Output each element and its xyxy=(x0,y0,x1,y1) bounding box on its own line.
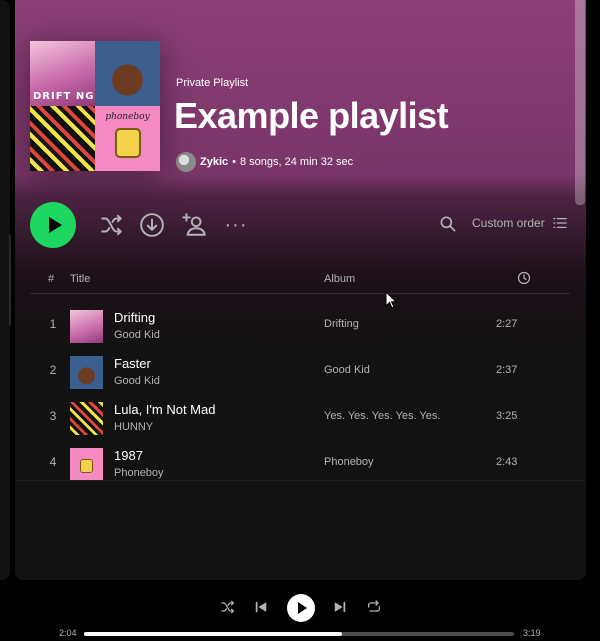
track-table-header: # Title Album xyxy=(30,268,570,294)
play-button[interactable] xyxy=(30,202,76,248)
cover-tile-text: DRIFT NG xyxy=(33,91,95,102)
track-title[interactable]: Drifting xyxy=(114,310,155,325)
cover-tile-phoneboy: phoneboy xyxy=(95,106,160,171)
playlist-owner-link[interactable]: Zykic xyxy=(200,156,228,168)
shuffle-icon xyxy=(221,600,234,614)
playlist-cover[interactable]: DRIFT NG phoneboy xyxy=(30,41,160,171)
cover-tile-drifting: DRIFT NG xyxy=(30,41,95,106)
shuffle-button[interactable] xyxy=(97,210,127,240)
more-icon: ··· xyxy=(224,214,248,236)
track-cover-art xyxy=(70,448,103,481)
track-cover-art xyxy=(70,356,103,389)
play-icon xyxy=(298,602,307,614)
meta-separator: • xyxy=(232,156,236,168)
track-duration: 2:43 xyxy=(496,456,518,468)
previous-icon xyxy=(255,601,267,613)
progress-fill xyxy=(84,632,342,636)
add-collaborator-button[interactable] xyxy=(179,210,209,240)
add-user-icon xyxy=(182,213,206,236)
search-icon xyxy=(440,216,456,232)
download-button[interactable] xyxy=(137,210,167,240)
playback-progress-bar[interactable] xyxy=(84,632,514,636)
player-shuffle-button[interactable] xyxy=(219,598,237,616)
track-title[interactable]: Faster xyxy=(114,356,151,371)
sidebar-resize-handle[interactable] xyxy=(9,235,11,325)
phone-illustration xyxy=(80,459,93,473)
track-duration: 2:37 xyxy=(496,364,518,376)
column-header-album[interactable]: Album xyxy=(324,273,355,285)
mouse-cursor-icon xyxy=(385,291,397,309)
track-row[interactable]: 1 Drifting Good Kid Drifting 2:27 xyxy=(30,303,570,349)
column-header-number: # xyxy=(48,273,55,285)
total-time: 3:19 xyxy=(523,628,541,638)
track-duration: 3:25 xyxy=(496,410,518,422)
app-window: DRIFT NG phoneboy Private Playlist Examp… xyxy=(0,0,600,641)
playlist-type-label: Private Playlist xyxy=(176,77,249,89)
shuffle-icon xyxy=(101,214,122,236)
phone-illustration xyxy=(115,128,141,158)
track-cover-art xyxy=(70,402,103,435)
track-number: 2 xyxy=(49,363,57,377)
track-album[interactable]: Yes. Yes. Yes. Yes. Yes. xyxy=(324,410,440,422)
track-number: 3 xyxy=(49,409,57,423)
track-artist[interactable]: HUNNY xyxy=(114,421,153,433)
track-cover-art xyxy=(70,310,103,343)
track-duration: 2:27 xyxy=(496,318,518,330)
player-play-button[interactable] xyxy=(287,594,315,622)
playlist-title[interactable]: Example playlist xyxy=(174,95,449,137)
track-album[interactable]: Phoneboy xyxy=(324,456,374,468)
elapsed-time: 2:04 xyxy=(59,628,77,638)
scrollbar-thumb[interactable] xyxy=(575,0,585,205)
playlist-meta: Zykic • 8 songs, 24 min 32 sec xyxy=(176,152,353,172)
cover-tile-text: phoneboy xyxy=(105,112,150,122)
track-title[interactable]: Lula, I'm Not Mad xyxy=(114,402,215,417)
repeat-icon xyxy=(368,600,380,612)
next-icon xyxy=(334,601,346,613)
list-icon xyxy=(552,217,567,229)
previous-button[interactable] xyxy=(252,598,270,616)
track-title[interactable]: 1987 xyxy=(114,448,143,463)
play-icon xyxy=(48,217,62,233)
cover-tile-lula xyxy=(30,106,95,171)
search-in-playlist-button[interactable] xyxy=(438,214,458,234)
download-icon xyxy=(140,213,164,237)
track-row[interactable]: 3 Lula, I'm Not Mad HUNNY Yes. Yes. Yes.… xyxy=(30,395,570,441)
track-artist[interactable]: Good Kid xyxy=(114,375,160,387)
column-header-title[interactable]: Title xyxy=(70,273,90,285)
cover-tile-faster xyxy=(95,41,160,106)
playlist-panel: DRIFT NG phoneboy Private Playlist Examp… xyxy=(15,0,586,580)
avatar[interactable] xyxy=(176,152,196,172)
track-album[interactable]: Drifting xyxy=(324,318,359,330)
sort-dropdown[interactable]: Custom order xyxy=(472,216,567,230)
empty-content-area xyxy=(15,480,586,580)
more-options-button[interactable]: ··· xyxy=(221,210,251,240)
track-artist[interactable]: Good Kid xyxy=(114,329,160,341)
track-number: 4 xyxy=(49,455,57,469)
next-button[interactable] xyxy=(331,598,349,616)
clock-icon[interactable] xyxy=(517,271,531,285)
sort-label: Custom order xyxy=(472,216,545,230)
track-artist[interactable]: Phoneboy xyxy=(114,467,164,479)
playlist-summary: 8 songs, 24 min 32 sec xyxy=(240,156,354,168)
track-row[interactable]: 2 Faster Good Kid Good Kid 2:37 xyxy=(30,349,570,395)
track-number: 1 xyxy=(49,317,57,331)
track-album[interactable]: Good Kid xyxy=(324,364,370,376)
repeat-button[interactable] xyxy=(365,598,383,616)
